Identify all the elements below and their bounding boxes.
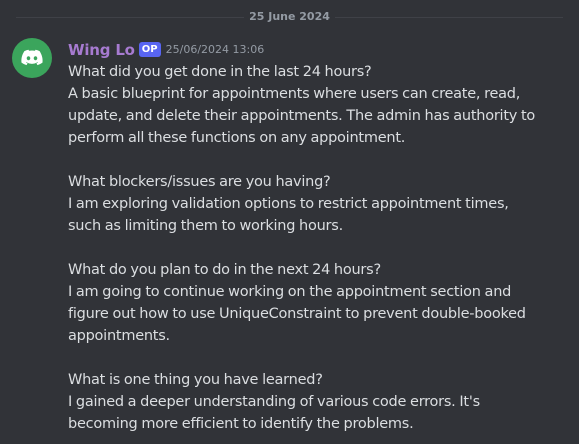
date-divider: 25 June 2024 (0, 8, 579, 28)
avatar[interactable] (12, 38, 52, 78)
section-answer-line: figure out how to use UniqueConstraint t… (68, 306, 526, 322)
op-badge: OP (138, 42, 161, 57)
section-answer-line: such as limiting them to working hours. (68, 218, 343, 234)
section-answer-line: I am exploring validation options to res… (68, 196, 509, 212)
section-answer-line: becoming more efficient to identify the … (68, 416, 414, 432)
section-question: What is one thing you have learned? (68, 372, 323, 388)
section-answer-line: A basic blueprint for appointments where… (68, 86, 521, 102)
chat-channel: 25 June 2024 Wing Lo OP 25/06/2024 13:06 W… (0, 0, 579, 444)
section-answer-line: I am going to continue working on the ap… (68, 284, 512, 300)
discord-logo-icon (21, 49, 43, 66)
section-answer-line: update, and delete their appointments. T… (68, 108, 535, 124)
section-answer-line: I gained a deeper understanding of vario… (68, 394, 480, 410)
section-answer-line: perform all these functions on any appoi… (68, 130, 406, 146)
message-timestamp[interactable]: 25/06/2024 13:06 (166, 43, 265, 56)
author-name[interactable]: Wing Lo (68, 41, 135, 59)
message-header: Wing Lo OP 25/06/2024 13:06 (68, 39, 264, 59)
section-answer-line: appointments. (68, 328, 170, 344)
section-question: What do you plan to do in the next 24 ho… (68, 262, 381, 278)
section-question: What did you get done in the last 24 hou… (68, 64, 372, 80)
divider-line-right (335, 17, 563, 18)
section-question: What blockers/issues are you having? (68, 174, 331, 190)
message-content: What did you get done in the last 24 hou… (68, 61, 568, 435)
